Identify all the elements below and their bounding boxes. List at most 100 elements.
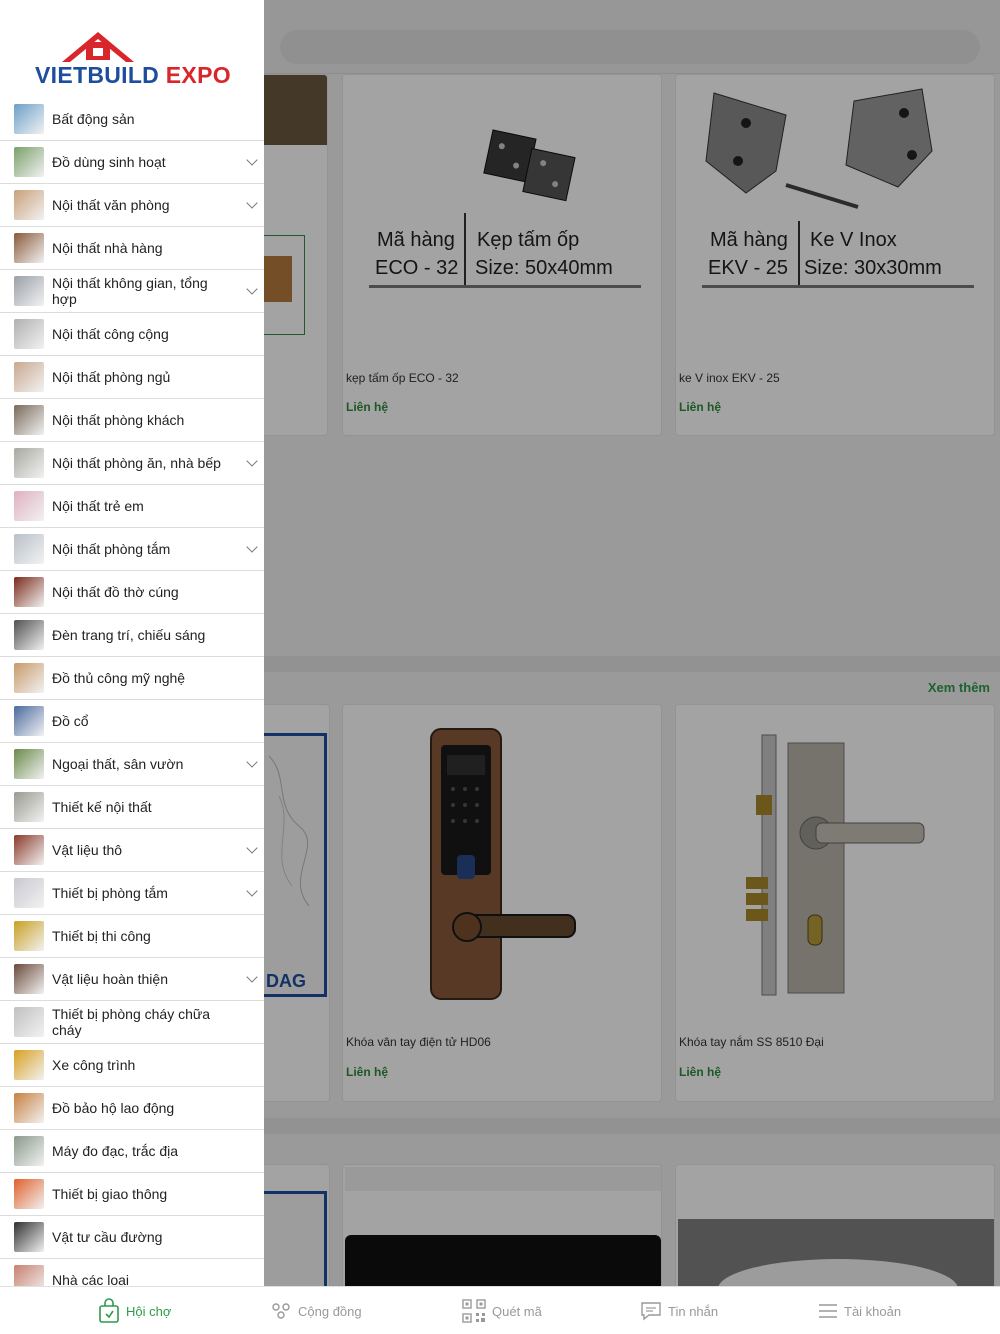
- tab-scan[interactable]: Quét mã: [462, 1287, 542, 1334]
- fair-bag-icon: [99, 1298, 119, 1323]
- category-item[interactable]: Thiết bị giao thông: [0, 1173, 264, 1216]
- category-thumbnail: [14, 534, 44, 564]
- category-label: Vật liệu hoàn thiện: [52, 971, 168, 987]
- chevron-down-icon[interactable]: [246, 283, 258, 295]
- tab-label: Cộng đồng: [298, 1303, 362, 1319]
- category-thumbnail: [14, 233, 44, 263]
- tab-label: Quét mã: [492, 1303, 542, 1319]
- category-item[interactable]: Nội thất phòng ăn, nhà bếp: [0, 442, 264, 485]
- category-thumbnail: [14, 921, 44, 951]
- category-item[interactable]: Nhà các loại: [0, 1259, 264, 1286]
- category-item[interactable]: Nội thất phòng ngủ: [0, 356, 264, 399]
- chevron-down-icon[interactable]: [246, 541, 258, 553]
- category-thumbnail: [14, 1093, 44, 1123]
- tab-label: Tin nhắn: [668, 1303, 719, 1319]
- category-thumbnail: [14, 835, 44, 865]
- tab-label: Tài khoản: [844, 1303, 902, 1319]
- qr-code-icon: [462, 1299, 486, 1323]
- category-label: Đồ thủ công mỹ nghệ: [52, 670, 186, 686]
- chevron-down-icon[interactable]: [246, 154, 258, 166]
- tab-label: Hội chợ: [126, 1303, 172, 1319]
- category-item[interactable]: Thiết kế nội thất: [0, 786, 264, 829]
- category-item[interactable]: Đồ dùng sinh hoạt: [0, 141, 264, 184]
- category-label: Nội thất văn phòng: [52, 197, 170, 213]
- chevron-down-icon[interactable]: [246, 756, 258, 768]
- category-thumbnail: [14, 276, 44, 306]
- category-item[interactable]: Thiết bị thi công: [0, 915, 264, 958]
- category-item[interactable]: Bất động sản: [0, 98, 264, 141]
- category-thumbnail: [14, 878, 44, 908]
- category-label: Nội thất phòng ăn, nhà bếp: [52, 455, 221, 471]
- category-label: Đèn trang trí, chiếu sáng: [52, 627, 206, 643]
- category-label: Đồ cổ: [52, 713, 89, 729]
- category-item[interactable]: Nội thất văn phòng: [0, 184, 264, 227]
- category-label: Nội thất nhà hàng: [52, 240, 163, 256]
- bottom-tab-bar: Hội chợ Cộng đồng Quét mã Tin nhắn Tài k…: [0, 1286, 1000, 1334]
- category-thumbnail: [14, 147, 44, 177]
- brand-logo[interactable]: VIETBUILD EXPO: [0, 0, 264, 98]
- menu-lines-icon: [819, 1304, 837, 1318]
- category-label: Nội thất công cộng: [52, 326, 169, 342]
- category-label: Thiết bị thi công: [52, 928, 151, 944]
- category-item[interactable]: Thiết bị phòng cháy chữa cháy: [0, 1001, 264, 1044]
- category-list: Bất động sản Đồ dùng sinh hoạt Nội thất vă…: [0, 98, 264, 1286]
- category-thumbnail: [14, 749, 44, 779]
- category-thumbnail: [14, 663, 44, 693]
- category-thumbnail: [14, 362, 44, 392]
- community-icon: [272, 1303, 290, 1319]
- category-thumbnail: [14, 319, 44, 349]
- tab-account[interactable]: Tài khoản: [818, 1287, 901, 1334]
- category-item[interactable]: Đèn trang trí, chiếu sáng: [0, 614, 264, 657]
- tab-community[interactable]: Cộng đồng: [270, 1287, 362, 1334]
- message-icon: [641, 1302, 661, 1321]
- category-item[interactable]: Xe công trình: [0, 1044, 264, 1087]
- category-item[interactable]: Thiết bị phòng tắm: [0, 872, 264, 915]
- category-thumbnail: [14, 448, 44, 478]
- category-label: Vật tư cầu đường: [52, 1229, 163, 1245]
- category-thumbnail: [14, 792, 44, 822]
- category-thumbnail: [14, 190, 44, 220]
- house-logo-icon: [62, 32, 134, 62]
- category-label: Vật liệu thô: [52, 842, 123, 858]
- category-item[interactable]: Nội thất trẻ em: [0, 485, 264, 528]
- tab-messages[interactable]: Tin nhắn: [640, 1287, 718, 1334]
- chevron-down-icon[interactable]: [246, 842, 258, 854]
- category-thumbnail: [14, 104, 44, 134]
- category-item[interactable]: Nội thất phòng tắm: [0, 528, 264, 571]
- category-item[interactable]: Nội thất công cộng: [0, 313, 264, 356]
- category-item[interactable]: Vật tư cầu đường: [0, 1216, 264, 1259]
- category-label: Đồ dùng sinh hoạt: [52, 154, 166, 170]
- category-item[interactable]: Nội thất đồ thờ cúng: [0, 571, 264, 614]
- category-thumbnail: [14, 1222, 44, 1252]
- category-item[interactable]: Vật liệu thô: [0, 829, 264, 872]
- category-thumbnail: [14, 1265, 44, 1286]
- chevron-down-icon[interactable]: [246, 971, 258, 983]
- category-item[interactable]: Vật liệu hoàn thiện: [0, 958, 264, 1001]
- category-label: Máy đo đạc, trắc địa: [52, 1143, 179, 1159]
- category-label: Nhà các loại: [52, 1272, 130, 1286]
- category-label: Thiết bị phòng tắm: [52, 885, 168, 901]
- category-item[interactable]: Đồ cổ: [0, 700, 264, 743]
- category-thumbnail: [14, 1136, 44, 1166]
- category-thumbnail: [14, 1179, 44, 1209]
- category-label: Bất động sản: [52, 111, 135, 127]
- category-item[interactable]: Ngoại thất, sân vườn: [0, 743, 264, 786]
- brand-name-part1: VIETBUILD: [35, 62, 160, 88]
- category-thumbnail: [14, 620, 44, 650]
- category-thumbnail: [14, 405, 44, 435]
- category-item[interactable]: Nội thất phòng khách: [0, 399, 264, 442]
- chevron-down-icon[interactable]: [246, 455, 258, 467]
- tab-fair[interactable]: Hội chợ: [98, 1287, 171, 1334]
- category-thumbnail: [14, 1050, 44, 1080]
- category-item[interactable]: Đồ thủ công mỹ nghệ: [0, 657, 264, 700]
- category-drawer: VIETBUILD EXPO Bất động sản Đồ dùng sinh …: [0, 0, 264, 1286]
- category-thumbnail: [14, 706, 44, 736]
- category-item[interactable]: Nội thất không gian, tổng hợp: [0, 270, 264, 313]
- category-label: Xe công trình: [52, 1057, 136, 1073]
- category-item[interactable]: Nội thất nhà hàng: [0, 227, 264, 270]
- chevron-down-icon[interactable]: [246, 197, 258, 209]
- category-thumbnail: [14, 964, 44, 994]
- chevron-down-icon[interactable]: [246, 885, 258, 897]
- category-item[interactable]: Đồ bảo hộ lao động: [0, 1087, 264, 1130]
- category-item[interactable]: Máy đo đạc, trắc địa: [0, 1130, 264, 1173]
